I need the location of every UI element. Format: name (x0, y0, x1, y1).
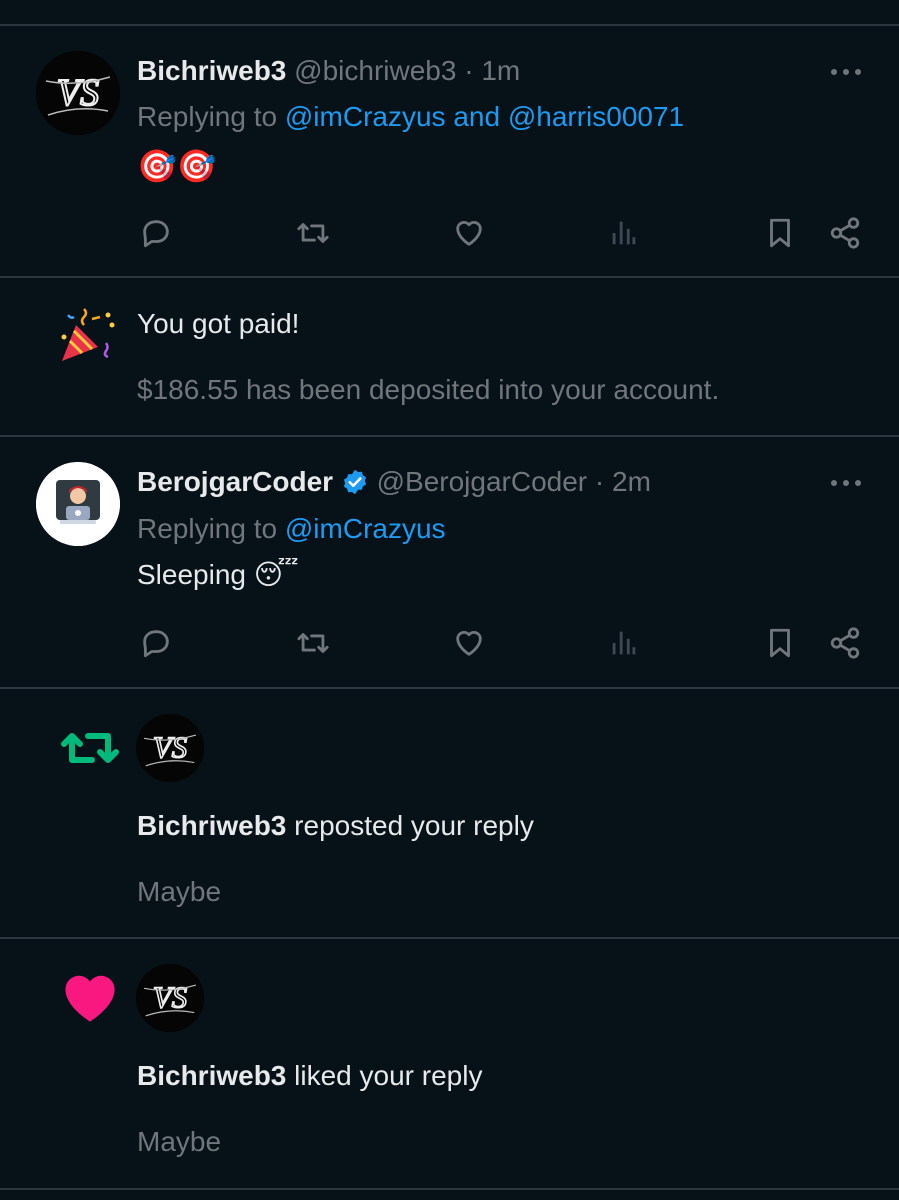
tweet-header: BerojgarCoder @BerojgarCoder · 2m (137, 465, 651, 499)
tweet-header: Bichriweb3 @bichriweb3 · 1m (137, 54, 520, 88)
divider (0, 1188, 899, 1190)
coder-avatar-icon (36, 462, 120, 546)
avatar[interactable]: VS (36, 51, 120, 135)
svg-text:VS: VS (153, 731, 187, 765)
timestamp[interactable]: 1m (481, 55, 520, 86)
replying-to-label: Replying to (137, 101, 278, 132)
reply-icon (143, 220, 169, 248)
action-text: reposted your reply (294, 810, 534, 841)
replying-to: Replying to @imCrazyus and @harris00071 (137, 100, 684, 134)
divider (0, 435, 899, 437)
action-text: liked your reply (294, 1060, 483, 1091)
heart-icon (456, 631, 482, 656)
reply-preview: Maybe (137, 1126, 222, 1157)
reply-preview: Maybe (137, 876, 222, 907)
repost-icon (58, 724, 122, 772)
replying-to: Replying to @imCrazyus (137, 512, 446, 546)
reply-button[interactable] (136, 213, 176, 253)
bookmark-icon (770, 218, 790, 248)
vs-logo-icon: VS (136, 964, 204, 1032)
and-text: and (453, 101, 501, 132)
analytics-icon (612, 221, 636, 245)
replying-to-label: Replying to (137, 513, 278, 544)
divider (0, 24, 899, 26)
divider (0, 687, 899, 689)
like-button[interactable] (449, 213, 489, 253)
share-button[interactable] (825, 213, 865, 253)
repost-icon (297, 633, 329, 653)
divider (0, 937, 899, 939)
heart-icon (456, 221, 482, 246)
reply-icon (143, 630, 169, 658)
reply-button[interactable] (136, 623, 176, 663)
heart-icon (60, 970, 120, 1024)
vs-logo-icon: VS (136, 714, 204, 782)
repost-button[interactable] (293, 213, 333, 253)
dot-separator: · (594, 466, 605, 497)
svg-text:VS: VS (153, 981, 187, 1015)
display-name[interactable]: Bichriweb3 (137, 55, 286, 86)
share-button[interactable] (825, 623, 865, 663)
bookmark-button[interactable] (760, 623, 800, 663)
views-button[interactable] (604, 623, 644, 663)
verified-badge-icon (343, 469, 366, 495)
views-button[interactable] (604, 213, 644, 253)
bookmark-button[interactable] (760, 213, 800, 253)
mention-link[interactable]: @imCrazyus (285, 101, 446, 132)
more-options-icon[interactable] (831, 480, 861, 488)
display-name[interactable]: BerojgarCoder (137, 466, 333, 497)
handle[interactable]: @bichriweb3 (294, 55, 456, 86)
analytics-icon (612, 631, 636, 655)
party-popper-icon (56, 303, 120, 367)
tweet-text: Sleeping (137, 559, 246, 590)
dot-separator: · (464, 55, 474, 86)
notification-text: Bichriweb3 liked your reply (137, 1059, 482, 1093)
sleeping-emoji-icon: 😴 (253, 559, 299, 590)
repost-icon (297, 223, 329, 243)
repost-button[interactable] (293, 623, 333, 663)
svg-text:VS: VS (57, 72, 99, 114)
actor-name[interactable]: Bichriweb3 (137, 810, 286, 841)
timestamp[interactable]: 2m (612, 466, 651, 497)
vs-logo-icon: VS (36, 51, 120, 135)
bookmark-icon (770, 628, 790, 658)
avatar[interactable]: VS (136, 964, 204, 1032)
handle[interactable]: @BerojgarCoder (377, 466, 588, 497)
notification-text: Bichriweb3 reposted your reply (137, 809, 534, 843)
like-button[interactable] (449, 623, 489, 663)
avatar[interactable]: VS (136, 714, 204, 782)
share-icon (830, 627, 860, 659)
avatar[interactable] (36, 462, 120, 546)
mention-link[interactable]: @imCrazyus (285, 513, 446, 544)
divider (0, 276, 899, 278)
notification-title: You got paid! (137, 308, 300, 339)
share-icon (830, 217, 860, 249)
mention-link[interactable]: @harris00071 (508, 101, 684, 132)
notification-detail: $186.55 has been deposited into your acc… (137, 374, 720, 405)
more-options-icon[interactable] (831, 69, 861, 77)
tweet-content: 🎯🎯 (137, 148, 217, 184)
actor-name[interactable]: Bichriweb3 (137, 1060, 286, 1091)
tweet-content: Sleeping 😴 (137, 558, 299, 592)
